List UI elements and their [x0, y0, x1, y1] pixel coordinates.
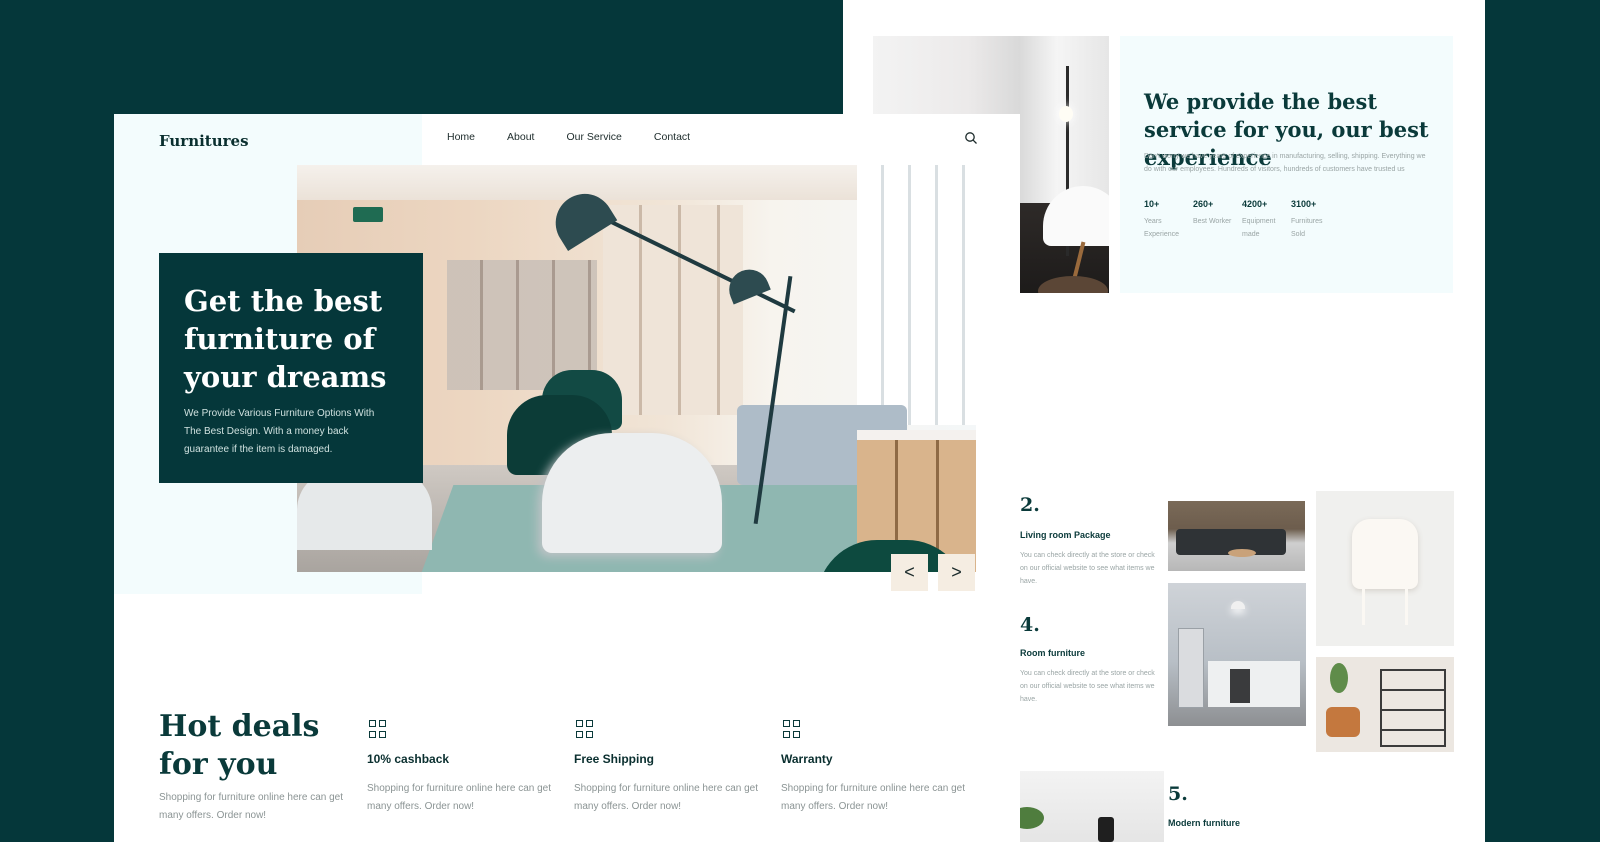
service-description: Don't worry we have years of experience …	[1144, 153, 1426, 173]
stat-value: 3100+	[1291, 199, 1317, 209]
nav-home[interactable]: Home	[447, 131, 475, 143]
feature-free-shipping: Free Shipping Shopping for furniture onl…	[574, 720, 774, 816]
package-title: Room furniture	[1020, 648, 1085, 658]
modern-furniture-photo	[1006, 771, 1164, 842]
slider-prev-button[interactable]: <	[891, 554, 928, 591]
armchair-photo	[1316, 491, 1454, 646]
package-description: You can check directly at the store or c…	[1020, 552, 1155, 585]
search-icon[interactable]	[964, 131, 978, 145]
feature-title: Warranty	[781, 752, 833, 766]
nav-our-service[interactable]: Our Service	[566, 131, 621, 143]
deals-description: Shopping for furniture online here can g…	[159, 792, 344, 821]
brand-logo[interactable]: Furnitures	[159, 132, 249, 150]
package-number: 2.	[1020, 494, 1040, 516]
slider-next-button[interactable]: >	[938, 554, 975, 591]
main-nav: Home About Our Service Contact	[447, 131, 722, 143]
feature-description: Shopping for furniture online here can g…	[574, 783, 759, 812]
hero-title: Get the best furniture of your dreams	[184, 284, 387, 394]
stat-label: Equipment made	[1242, 218, 1276, 238]
feature-warranty: Warranty Shopping for furniture online h…	[781, 720, 981, 816]
package-number: 4.	[1020, 614, 1040, 636]
stat-label: Best Worker	[1193, 218, 1232, 225]
nav-contact[interactable]: Contact	[654, 131, 690, 143]
package-description: You can check directly at the store or c…	[1020, 670, 1155, 703]
shelf-room-photo	[1316, 657, 1454, 752]
package-number: 5.	[1168, 783, 1188, 805]
stat-label: Years Experience	[1144, 218, 1180, 238]
grid-icon	[576, 720, 594, 738]
feature-description: Shopping for furniture online here can g…	[781, 783, 966, 812]
hero-description: We Provide Various Furniture Options Wit…	[184, 408, 375, 455]
kitchen-photo	[1168, 583, 1306, 726]
stat-label: Furnitures Sold	[1291, 218, 1323, 238]
package-title: Living room Package	[1020, 530, 1111, 540]
front-page-preview: Furnitures Home About Our Service Contac…	[114, 114, 1020, 842]
grid-icon	[369, 720, 387, 738]
living-room-photo	[1168, 501, 1305, 571]
nav-about[interactable]: About	[507, 131, 534, 143]
feature-title: Free Shipping	[574, 752, 655, 766]
feature-description: Shopping for furniture online here can g…	[367, 783, 552, 812]
service-section: We provide the best service for you, our…	[1120, 36, 1453, 293]
stat-sold: 3100+ Furnitures Sold	[1291, 199, 1351, 241]
package-title: Modern furniture	[1168, 818, 1240, 828]
hero-card: Get the best furniture of your dreams We…	[159, 253, 423, 483]
feature-cashback: 10% cashback Shopping for furniture onli…	[367, 720, 567, 816]
feature-title: 10% cashback	[367, 752, 450, 766]
grid-icon	[783, 720, 801, 738]
deals-title: Hot deals for you	[159, 709, 320, 782]
